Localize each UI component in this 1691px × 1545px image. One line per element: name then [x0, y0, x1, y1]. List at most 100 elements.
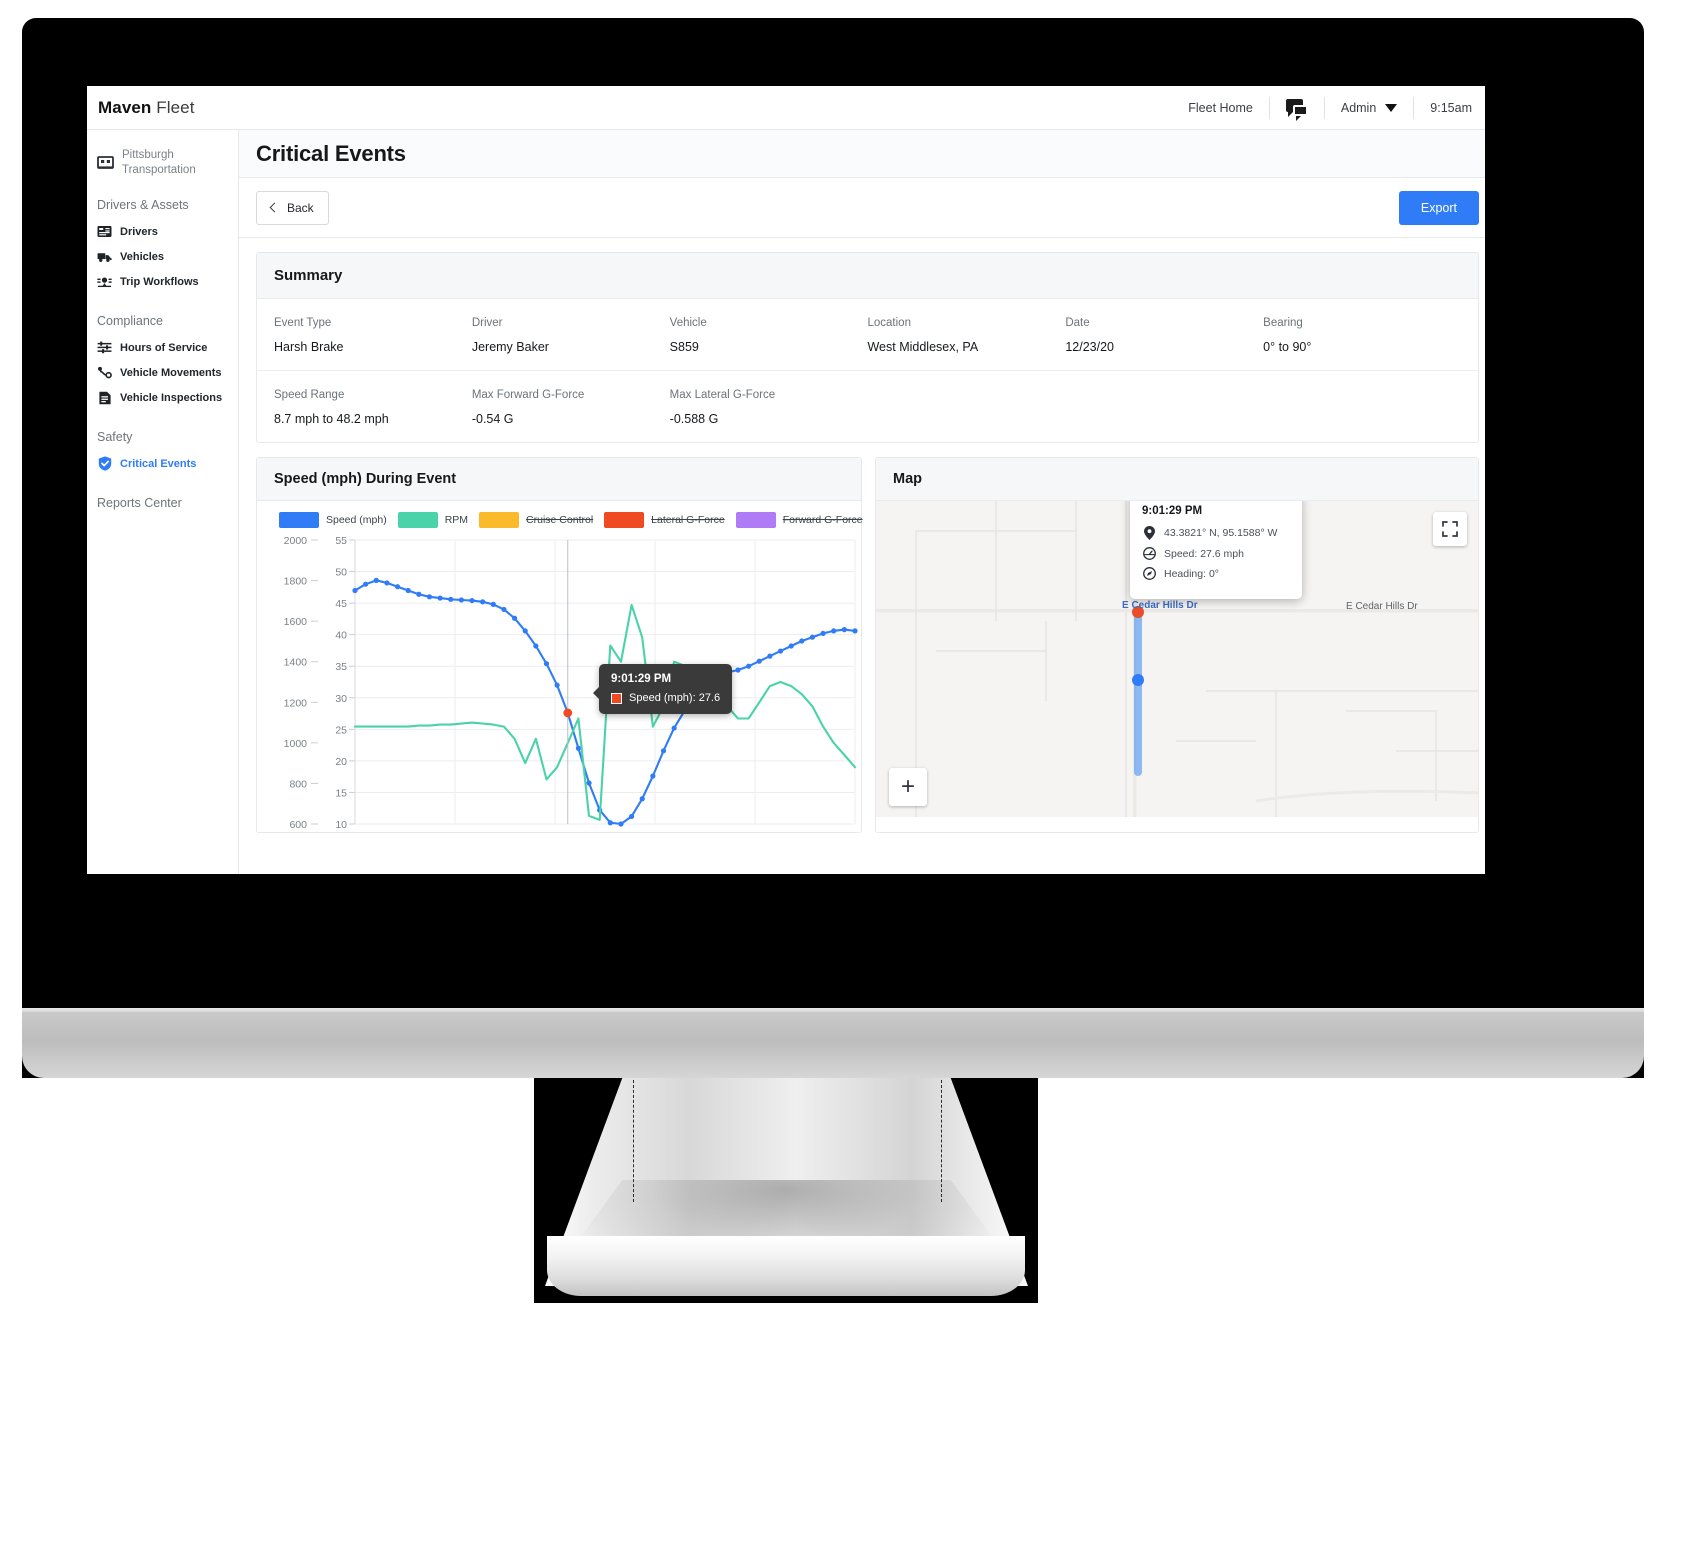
summary-card: Summary Event Type Harsh Brake Driver Je…: [256, 252, 1479, 443]
svg-text:800: 800: [289, 778, 307, 790]
sidebar-item-label: Trip Workflows: [120, 275, 199, 288]
sidebar-item-reports-center[interactable]: Reports Center: [87, 476, 238, 516]
speed-chart-svg: 600 800 1000 1200 1400 1600 1800 2000 10 15 20 25 30…: [284, 535, 858, 831]
svg-text:30: 30: [335, 693, 347, 705]
field-value: -0.588 G: [669, 412, 719, 426]
app-body: Pittsburgh Transportation Drivers & Asse…: [87, 130, 1485, 874]
summary-field: Vehicle S859: [670, 317, 868, 354]
sidebar-item-vehicle-inspections[interactable]: Vehicle Inspections: [87, 385, 238, 410]
sidebar-item-vehicles[interactable]: Vehicles: [87, 244, 238, 269]
legend-item-cruise-control[interactable]: Cruise Control: [479, 512, 593, 528]
building-icon: [97, 154, 114, 170]
field-label: Speed Range: [274, 389, 345, 401]
svg-text:50: 50: [335, 567, 347, 579]
tooltip-series-label: Speed (mph): 27.6: [629, 692, 721, 704]
sidebar-item-label: Drivers: [120, 225, 158, 238]
summary-heading: Summary: [257, 253, 1478, 299]
sidebar: Pittsburgh Transportation Drivers & Asse…: [87, 130, 239, 874]
sidebar-item-label: Vehicle Inspections: [120, 391, 223, 404]
chart-tooltip: 9:01:29 PM Speed (mph): 27.6: [592, 664, 733, 714]
legend-item-forward-g-force[interactable]: Forward G-Force: [735, 512, 863, 528]
id-card-icon: [97, 224, 112, 239]
legend-swatch: [279, 512, 319, 528]
summary-field: Driver Jeremy Baker: [472, 317, 670, 354]
summary-field: Location West Middlesex, PA: [867, 317, 1065, 354]
sidebar-item-label: Critical Events: [120, 457, 197, 470]
page-header: Critical Events: [239, 130, 1485, 178]
map-fullscreen-button[interactable]: [1433, 512, 1467, 546]
sidebar-item-critical-events[interactable]: Critical Events: [87, 451, 238, 476]
map-popup-coordinates: 43.3821° N, 95.1588° W: [1164, 527, 1278, 539]
svg-text:1600: 1600: [284, 616, 308, 628]
field-value: West Middlesex, PA: [867, 340, 979, 354]
fullscreen-icon: [1442, 521, 1458, 537]
summary-field: Speed Range 8.7 mph to 48.2 mph: [274, 389, 472, 426]
movement-icon: [97, 365, 112, 380]
field-label: Max Lateral G-Force: [669, 389, 776, 401]
map-panel: Map E Cedar Hills Dr E Cedar Hills Dr + …: [875, 457, 1479, 833]
legend-item-lateral-g-force[interactable]: Lateral G-Force: [604, 512, 725, 528]
content-scroll-area[interactable]: Summary Event Type Harsh Brake Driver Je…: [239, 238, 1485, 874]
legend-item-rpm[interactable]: RPM: [397, 512, 469, 528]
map-popup-row-speed: Speed: 27.6 mph: [1142, 547, 1290, 560]
svg-text:25: 25: [335, 724, 347, 736]
map-popup-heading: Heading: 0°: [1164, 567, 1219, 580]
monitor-chin: [22, 1012, 1644, 1078]
map-zoom-in-button[interactable]: +: [889, 768, 927, 806]
sliders-icon: [97, 340, 112, 355]
document-icon: [97, 390, 112, 405]
svg-text:20: 20: [335, 756, 347, 768]
sidebar-item-vehicle-movements[interactable]: Vehicle Movements: [87, 360, 238, 385]
map-panel-title: Map: [876, 458, 1478, 501]
field-value: 12/23/20: [1065, 340, 1114, 354]
tooltip-series-row: Speed (mph): 27.6: [611, 692, 720, 704]
stand-edge-right: [941, 1080, 942, 1202]
sidebar-item-trip-workflows[interactable]: Trip Workflows: [87, 269, 238, 294]
field-label: Bearing: [1263, 317, 1303, 329]
legend-item-speed[interactable]: Speed (mph): [279, 512, 387, 528]
speed-chart-panel: Speed (mph) During Event Speed (mph) RPM: [256, 457, 863, 833]
summary-row-1: Event Type Harsh Brake Driver Jeremy Bak…: [257, 299, 1478, 370]
summary-field: Date 12/23/20: [1065, 317, 1263, 354]
fleet-home-link[interactable]: Fleet Home: [1172, 96, 1269, 120]
svg-text:600: 600: [289, 819, 307, 831]
legend-label: RPM: [444, 514, 469, 526]
legend-label: Lateral G-Force: [651, 514, 725, 526]
summary-field: Bearing 0° to 90°: [1263, 317, 1461, 354]
speed-panel-title: Speed (mph) During Event: [257, 458, 861, 501]
app-brand[interactable]: Maven Fleet: [98, 98, 195, 118]
panels-row: Speed (mph) During Event Speed (mph) RPM: [256, 457, 1479, 833]
screenshot-stage: Maven Fleet Fleet Home Admin 9:15am Pitt…: [0, 0, 1691, 1545]
sidebar-item-hours-of-service[interactable]: Hours of Service: [87, 335, 238, 360]
legend-swatch: [604, 512, 645, 528]
legend-swatch: [397, 512, 438, 528]
back-button[interactable]: Back: [256, 190, 329, 225]
fleet-app-window: Maven Fleet Fleet Home Admin 9:15am Pitt…: [87, 86, 1485, 874]
export-button[interactable]: Export: [1398, 190, 1479, 225]
legend-swatch: [479, 512, 520, 528]
user-menu[interactable]: Admin: [1325, 96, 1413, 120]
sidebar-item-label: Hours of Service: [120, 341, 208, 354]
shield-check-icon: [97, 456, 112, 471]
monitor-stand-base: [547, 1236, 1025, 1296]
summary-field: Max Forward G-Force -0.54 G: [472, 389, 670, 426]
route-pin-icon: [97, 274, 112, 289]
field-label: Location: [867, 317, 911, 329]
map-popup-row-location: 43.3821° N, 95.1588° W: [1142, 526, 1290, 540]
nav-group-safety: Safety: [97, 430, 133, 444]
sidebar-item-label: Vehicles: [120, 250, 165, 263]
road-label-right: E Cedar Hills Dr: [1346, 601, 1418, 612]
svg-text:1000: 1000: [284, 738, 308, 750]
field-value: -0.54 G: [471, 412, 514, 426]
tooltip-swatch: [611, 692, 622, 704]
brand-bold: Maven: [98, 97, 152, 117]
chat-button[interactable]: [1270, 96, 1324, 121]
action-bar: Back Export: [239, 178, 1485, 238]
app-topbar: Maven Fleet Fleet Home Admin 9:15am: [87, 86, 1485, 130]
sidebar-item-drivers[interactable]: Drivers: [87, 219, 238, 244]
map-canvas[interactable]: E Cedar Hills Dr E Cedar Hills Dr + 9:01…: [876, 501, 1478, 817]
chevron-down-icon: [1385, 103, 1398, 112]
speed-chart[interactable]: 600 800 1000 1200 1400 1600 1800 2000 10 15 20 25 30…: [257, 532, 861, 832]
summary-field: Max Lateral G-Force -0.588 G: [670, 389, 868, 426]
org-header[interactable]: Pittsburgh Transportation: [87, 144, 238, 178]
